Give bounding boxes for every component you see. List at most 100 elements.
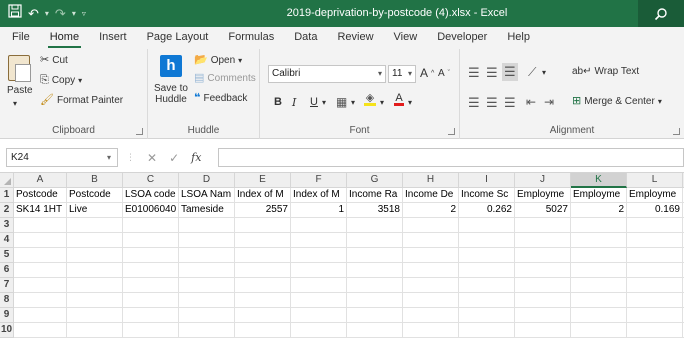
column-header-b[interactable]: B [67, 173, 123, 188]
paste-button[interactable]: Paste [7, 85, 33, 96]
cell-j5[interactable] [515, 248, 571, 263]
cell-e4[interactable] [235, 233, 291, 248]
cell-d8[interactable] [179, 293, 235, 308]
orientation-icon[interactable]: ⟋ [528, 65, 536, 80]
huddle-logo-icon[interactable]: h [160, 55, 182, 77]
cell-l3[interactable] [627, 218, 683, 233]
cell-k4[interactable] [571, 233, 627, 248]
increase-font-size-icon[interactable]: A ^ [420, 66, 434, 80]
cell-f9[interactable] [291, 308, 347, 323]
alignment-launcher-icon[interactable] [673, 128, 680, 135]
increase-indent-icon[interactable]: ⇥ [544, 95, 554, 109]
cell-b8[interactable] [67, 293, 123, 308]
cell-i4[interactable] [459, 233, 515, 248]
tab-formulas[interactable]: Formulas [218, 27, 284, 49]
cancel-icon[interactable]: ✕ [147, 151, 157, 165]
cell-e6[interactable] [235, 263, 291, 278]
borders-dropdown-icon[interactable]: ▾ [351, 98, 355, 107]
cell-a8[interactable] [14, 293, 67, 308]
cell-f3[interactable] [291, 218, 347, 233]
merge-center-dropdown-icon[interactable]: ▾ [658, 97, 662, 106]
tab-review[interactable]: Review [327, 27, 383, 49]
cell-g1[interactable]: Income Ra [347, 188, 403, 203]
cell-c3[interactable] [123, 218, 179, 233]
row-header-7[interactable]: 7 [0, 278, 14, 293]
align-right-icon[interactable]: ☰ [504, 95, 516, 111]
cell-l5[interactable] [627, 248, 683, 263]
cell-h3[interactable] [403, 218, 459, 233]
cell-f7[interactable] [291, 278, 347, 293]
comments-button[interactable]: ▤ Comments [194, 73, 256, 85]
cell-k3[interactable] [571, 218, 627, 233]
cell-c9[interactable] [123, 308, 179, 323]
cell-i3[interactable] [459, 218, 515, 233]
cell-b2[interactable]: Live [67, 203, 123, 218]
cell-d7[interactable] [179, 278, 235, 293]
font-size-box[interactable]: 11 ▾ [388, 65, 416, 83]
cell-i1[interactable]: Income Sc [459, 188, 515, 203]
align-middle-icon[interactable]: ☰ [486, 65, 498, 81]
orientation-dropdown-icon[interactable]: ▾ [542, 68, 546, 77]
decrease-indent-icon[interactable]: ⇤ [526, 95, 536, 109]
fill-color-dropdown-icon[interactable]: ▾ [380, 98, 384, 107]
cell-a1[interactable]: Postcode [14, 188, 67, 203]
cell-l6[interactable] [627, 263, 683, 278]
cell-g7[interactable] [347, 278, 403, 293]
cell-c1[interactable]: LSOA code [123, 188, 179, 203]
cell-a4[interactable] [14, 233, 67, 248]
cell-b6[interactable] [67, 263, 123, 278]
cell-j6[interactable] [515, 263, 571, 278]
cell-d2[interactable]: Tameside [179, 203, 235, 218]
cell-d9[interactable] [179, 308, 235, 323]
cell-j2[interactable]: 5027 [515, 203, 571, 218]
cell-f8[interactable] [291, 293, 347, 308]
name-box[interactable]: K24 ▾ [6, 148, 118, 167]
cell-h5[interactable] [403, 248, 459, 263]
cell-d3[interactable] [179, 218, 235, 233]
cell-i2[interactable]: 0.262 [459, 203, 515, 218]
feedback-button[interactable]: ❝ Feedback [194, 93, 247, 105]
cell-l8[interactable] [627, 293, 683, 308]
cell-i6[interactable] [459, 263, 515, 278]
cell-j10[interactable] [515, 323, 571, 338]
cell-g6[interactable] [347, 263, 403, 278]
cell-h10[interactable] [403, 323, 459, 338]
clipboard-launcher-icon[interactable] [136, 128, 143, 135]
row-header-4[interactable]: 4 [0, 233, 14, 248]
row-header-8[interactable]: 8 [0, 293, 14, 308]
cell-j3[interactable] [515, 218, 571, 233]
cell-f2[interactable]: 1 [291, 203, 347, 218]
cell-f5[interactable] [291, 248, 347, 263]
paste-icon[interactable] [8, 55, 31, 82]
cell-i10[interactable] [459, 323, 515, 338]
merge-center-button[interactable]: ⊞ Merge & Center ▾ [572, 96, 662, 108]
bold-button[interactable]: B [274, 96, 282, 108]
cell-f1[interactable]: Index of M [291, 188, 347, 203]
cell-l2[interactable]: 0.169 [627, 203, 683, 218]
row-header-2[interactable]: 2 [0, 203, 14, 218]
cell-d1[interactable]: LSOA Nam [179, 188, 235, 203]
row-header-6[interactable]: 6 [0, 263, 14, 278]
spreadsheet-grid[interactable]: ABCDEFGHIJKLM 12345678910 PostcodePostco… [0, 173, 684, 347]
fill-color-button[interactable]: ◈ [364, 93, 376, 106]
cell-g2[interactable]: 3518 [347, 203, 403, 218]
cell-h9[interactable] [403, 308, 459, 323]
cell-j7[interactable] [515, 278, 571, 293]
copy-button[interactable]: ⎘ Copy ▾ [40, 75, 82, 87]
cell-k6[interactable] [571, 263, 627, 278]
cell-h1[interactable]: Income De [403, 188, 459, 203]
tab-developer[interactable]: Developer [427, 27, 497, 49]
cell-e5[interactable] [235, 248, 291, 263]
cell-a2[interactable]: SK14 1HT [14, 203, 67, 218]
align-top-icon[interactable]: ☰ [468, 65, 480, 81]
cell-a10[interactable] [14, 323, 67, 338]
column-header-c[interactable]: C [123, 173, 179, 188]
cell-k8[interactable] [571, 293, 627, 308]
formula-input[interactable] [218, 148, 684, 167]
cell-k7[interactable] [571, 278, 627, 293]
font-color-button[interactable]: A [394, 93, 404, 106]
open-dropdown-icon[interactable]: ▾ [238, 56, 242, 65]
cell-e10[interactable] [235, 323, 291, 338]
cut-button[interactable]: ✂ Cut [40, 55, 68, 67]
tab-data[interactable]: Data [284, 27, 327, 49]
